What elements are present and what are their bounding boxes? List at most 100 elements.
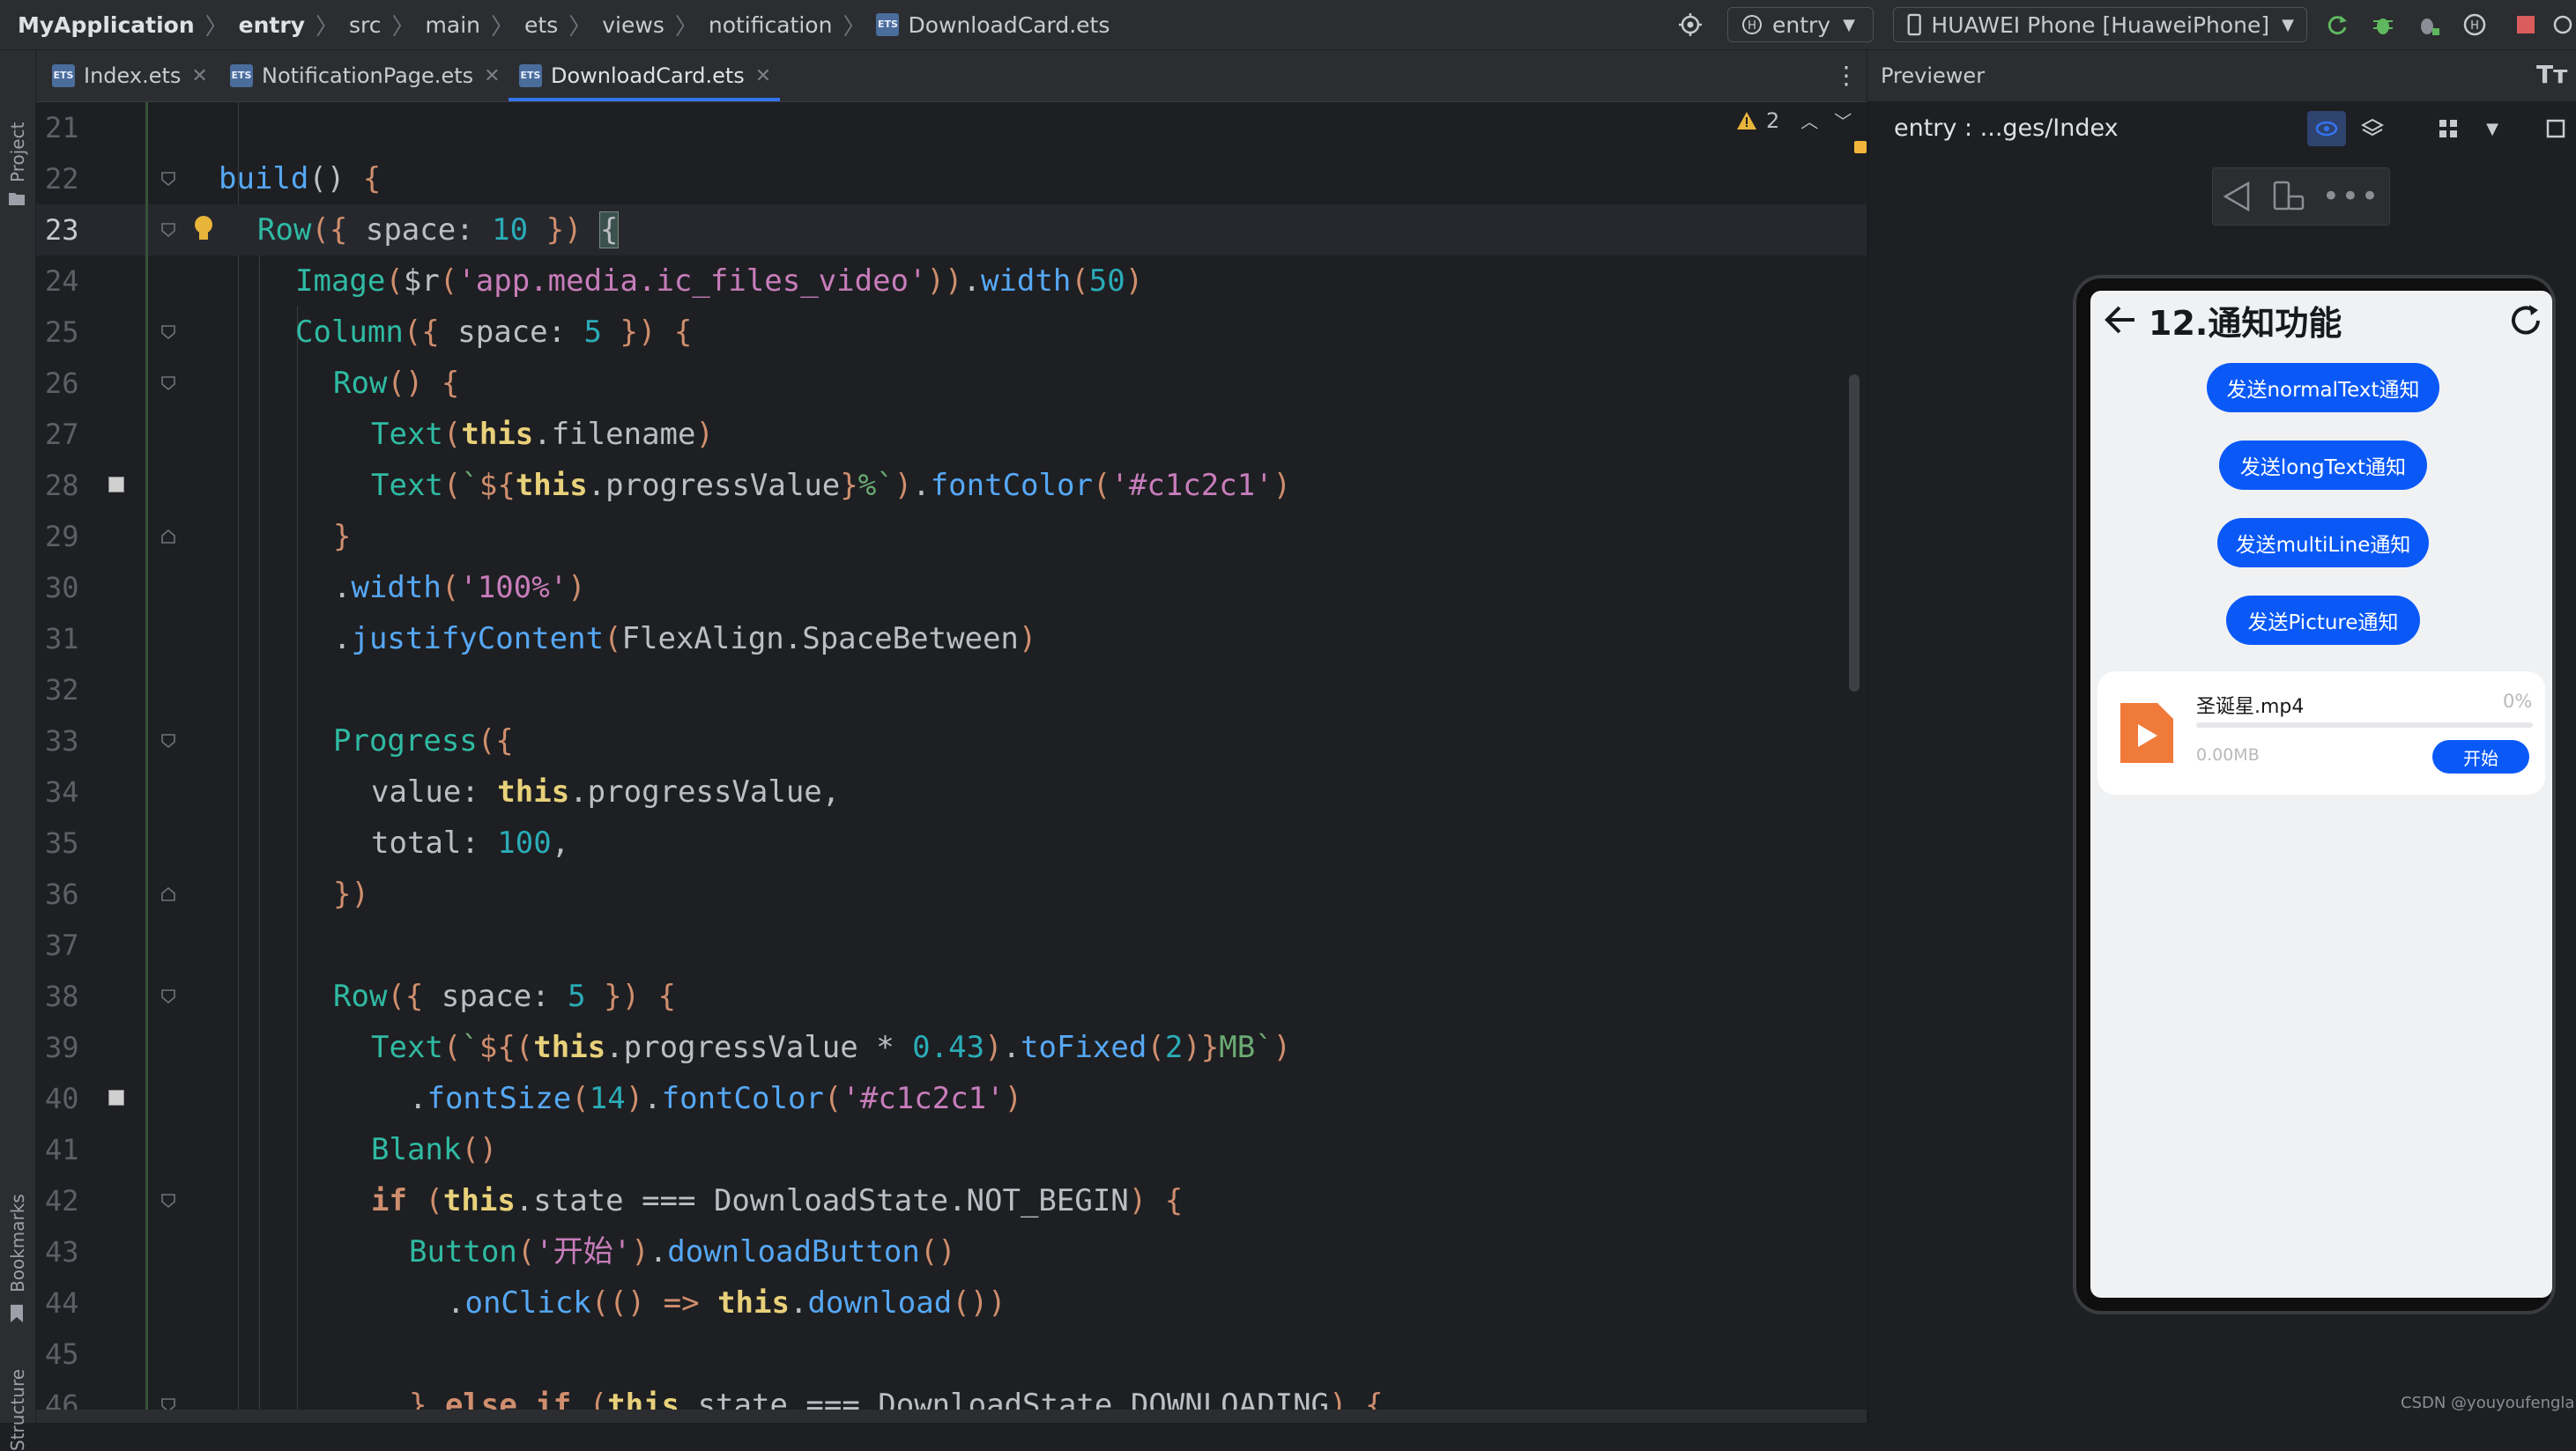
- code-line[interactable]: 41 Blank(): [36, 1124, 1867, 1175]
- code-editor[interactable]: 21 22 build() { 23 Row({ space: 10 }) { 24…: [36, 102, 1867, 1410]
- profiler-icon[interactable]: H: [2461, 11, 2489, 39]
- structure-tool-label[interactable]: Structure: [7, 1369, 28, 1451]
- layers-icon[interactable]: [2353, 111, 2392, 146]
- lightbulb-icon[interactable]: [190, 213, 217, 245]
- folder-icon[interactable]: [7, 189, 26, 207]
- close-icon[interactable]: ✕: [484, 65, 500, 87]
- code-line[interactable]: 39 Text(`${(this.progressValue * 0.43).to…: [36, 1022, 1867, 1073]
- tab-options-icon[interactable]: ⋮: [1834, 61, 1859, 90]
- tab-notification-page[interactable]: ETS NotificationPage.ets ✕: [230, 50, 501, 101]
- fold-icon[interactable]: [160, 170, 177, 188]
- back-triangle-icon[interactable]: [2222, 181, 2252, 212]
- breadcrumb-item[interactable]: notification: [709, 12, 833, 38]
- rotate-device-icon[interactable]: [2269, 181, 2305, 212]
- expand-icon[interactable]: [2536, 111, 2575, 146]
- code-line[interactable]: 37: [36, 920, 1867, 971]
- font-size-icon[interactable]: Tт: [2536, 60, 2567, 89]
- chevron-down-icon[interactable]: ▼: [2473, 111, 2512, 146]
- phone-icon: [1907, 13, 1921, 36]
- send-normal-text-button[interactable]: 发送normalText通知: [2207, 363, 2439, 412]
- code-text: Text(this.filename): [371, 417, 714, 452]
- code-line-current[interactable]: 23 Row({ space: 10 }) {: [36, 204, 1867, 255]
- fold-icon[interactable]: [160, 221, 177, 239]
- chevron-down-icon[interactable]: ﹀: [1834, 107, 1852, 133]
- stop-icon[interactable]: [2512, 11, 2540, 39]
- fold-icon[interactable]: [160, 323, 177, 341]
- device-select[interactable]: HUAWEI Phone [HuaweiPhone] ▼: [1893, 7, 2307, 42]
- breadcrumb-item[interactable]: entry: [239, 12, 305, 38]
- breadcrumb-item[interactable]: src: [349, 12, 382, 38]
- code-line[interactable]: 46} else if (this.state === DownloadStat…: [36, 1380, 1867, 1410]
- tab-download-card[interactable]: ETS DownloadCard.ets ✕: [508, 50, 781, 101]
- code-line[interactable]: 27 Text(this.filename): [36, 409, 1867, 460]
- code-text: }: [333, 519, 352, 554]
- svg-text:H: H: [2470, 19, 2479, 33]
- bookmarks-tool-label[interactable]: Bookmarks: [7, 1194, 28, 1292]
- code-line[interactable]: 34 value: this.progressValue,: [36, 766, 1867, 818]
- chevron-right-icon: 〉: [491, 13, 515, 41]
- code-line[interactable]: 24 Image($r('app.media.ic_files_video')).…: [36, 255, 1867, 307]
- code-line[interactable]: 35 total: 100,: [36, 818, 1867, 869]
- code-line[interactable]: 42 if (this.state === DownloadState.NOT_B…: [36, 1175, 1867, 1226]
- code-line[interactable]: 45: [36, 1329, 1867, 1380]
- horizontal-scrollbar[interactable]: [36, 1410, 1867, 1423]
- send-multiline-button[interactable]: 发送multiLine通知: [2217, 518, 2429, 567]
- fold-icon[interactable]: [160, 528, 177, 545]
- code-line[interactable]: 30 .width('100%'): [36, 562, 1867, 613]
- chevron-right-icon: 〉: [316, 13, 339, 41]
- fold-icon[interactable]: [160, 1192, 177, 1210]
- chevron-up-icon[interactable]: ︿: [1800, 107, 1818, 133]
- send-long-text-button[interactable]: 发送longText通知: [2219, 440, 2427, 490]
- locate-icon[interactable]: [1676, 11, 1704, 39]
- fold-icon[interactable]: [160, 885, 177, 903]
- run-config-select[interactable]: H entry ▼: [1727, 7, 1874, 42]
- fold-icon[interactable]: [160, 374, 177, 392]
- back-arrow-icon[interactable]: [2103, 303, 2138, 337]
- breadcrumb-item[interactable]: main: [426, 12, 480, 38]
- code-text: Progress({: [333, 723, 514, 759]
- code-line[interactable]: 31 .justifyContent(FlexAlign.SpaceBetween…: [36, 613, 1867, 664]
- code-line[interactable]: 40 .fontSize(14).fontColor('#c1c2c1'): [36, 1073, 1867, 1124]
- debug-icon[interactable]: [2369, 11, 2397, 39]
- more-options-icon[interactable]: •••: [2322, 179, 2380, 214]
- code-line[interactable]: 44 .onClick(() => this.download()): [36, 1277, 1867, 1329]
- close-icon[interactable]: ✕: [755, 65, 771, 87]
- fold-icon[interactable]: [160, 988, 177, 1005]
- send-picture-button[interactable]: 发送Picture通知: [2226, 596, 2420, 645]
- breadcrumb-item[interactable]: ets: [524, 12, 558, 38]
- fold-icon[interactable]: [160, 1396, 177, 1410]
- code-line[interactable]: 32: [36, 664, 1867, 715]
- breadcrumb-item[interactable]: MyApplication: [18, 12, 195, 38]
- download-start-button[interactable]: 开始: [2432, 740, 2529, 774]
- code-line[interactable]: 26 Row() {: [36, 358, 1867, 409]
- color-swatch-icon[interactable]: [108, 1090, 124, 1106]
- code-line[interactable]: 28 Text(`${this.progressValue}%`).fontCol…: [36, 460, 1867, 511]
- code-line[interactable]: 33 Progress({: [36, 715, 1867, 766]
- more-icon[interactable]: [2549, 11, 2576, 39]
- attach-debugger-icon[interactable]: [2415, 11, 2443, 39]
- editor-scrollbar[interactable]: [1849, 374, 1860, 692]
- bookmark-icon[interactable]: [9, 1303, 25, 1324]
- device-screen[interactable]: 12.通知功能 发送normalText通知 发送longText通知 发送mu…: [2090, 291, 2552, 1298]
- breadcrumb-item[interactable]: ETS DownloadCard.ets: [876, 12, 1110, 38]
- refresh-icon[interactable]: [2506, 301, 2545, 340]
- code-line[interactable]: 22 build() {: [36, 153, 1867, 204]
- code-line[interactable]: 43 Button('开始').downloadButton(): [36, 1226, 1867, 1277]
- grid-icon[interactable]: [2429, 111, 2468, 146]
- line-number: 35: [45, 826, 79, 860]
- code-line[interactable]: 38 Row({ space: 5 }) {: [36, 971, 1867, 1022]
- previewer-page-label[interactable]: entry : ...ges/Index: [1894, 102, 2119, 153]
- fold-icon[interactable]: [160, 732, 177, 750]
- code-line[interactable]: 21: [36, 102, 1867, 153]
- color-swatch-icon[interactable]: [108, 477, 124, 492]
- tab-index[interactable]: ETS Index.ets ✕: [52, 50, 208, 101]
- inspector-eye-icon[interactable]: [2307, 111, 2346, 146]
- project-tool-label[interactable]: Project: [7, 122, 28, 182]
- close-icon[interactable]: ✕: [191, 65, 207, 87]
- code-line[interactable]: 29}: [36, 511, 1867, 562]
- code-line[interactable]: 36}): [36, 869, 1867, 920]
- breadcrumb-item[interactable]: views: [602, 12, 664, 38]
- code-line[interactable]: 25 Column({ space: 5 }) {: [36, 307, 1867, 358]
- inspection-widget[interactable]: 2 ︿ ﹀: [1736, 107, 1852, 133]
- rerun-icon[interactable]: [2323, 11, 2351, 39]
